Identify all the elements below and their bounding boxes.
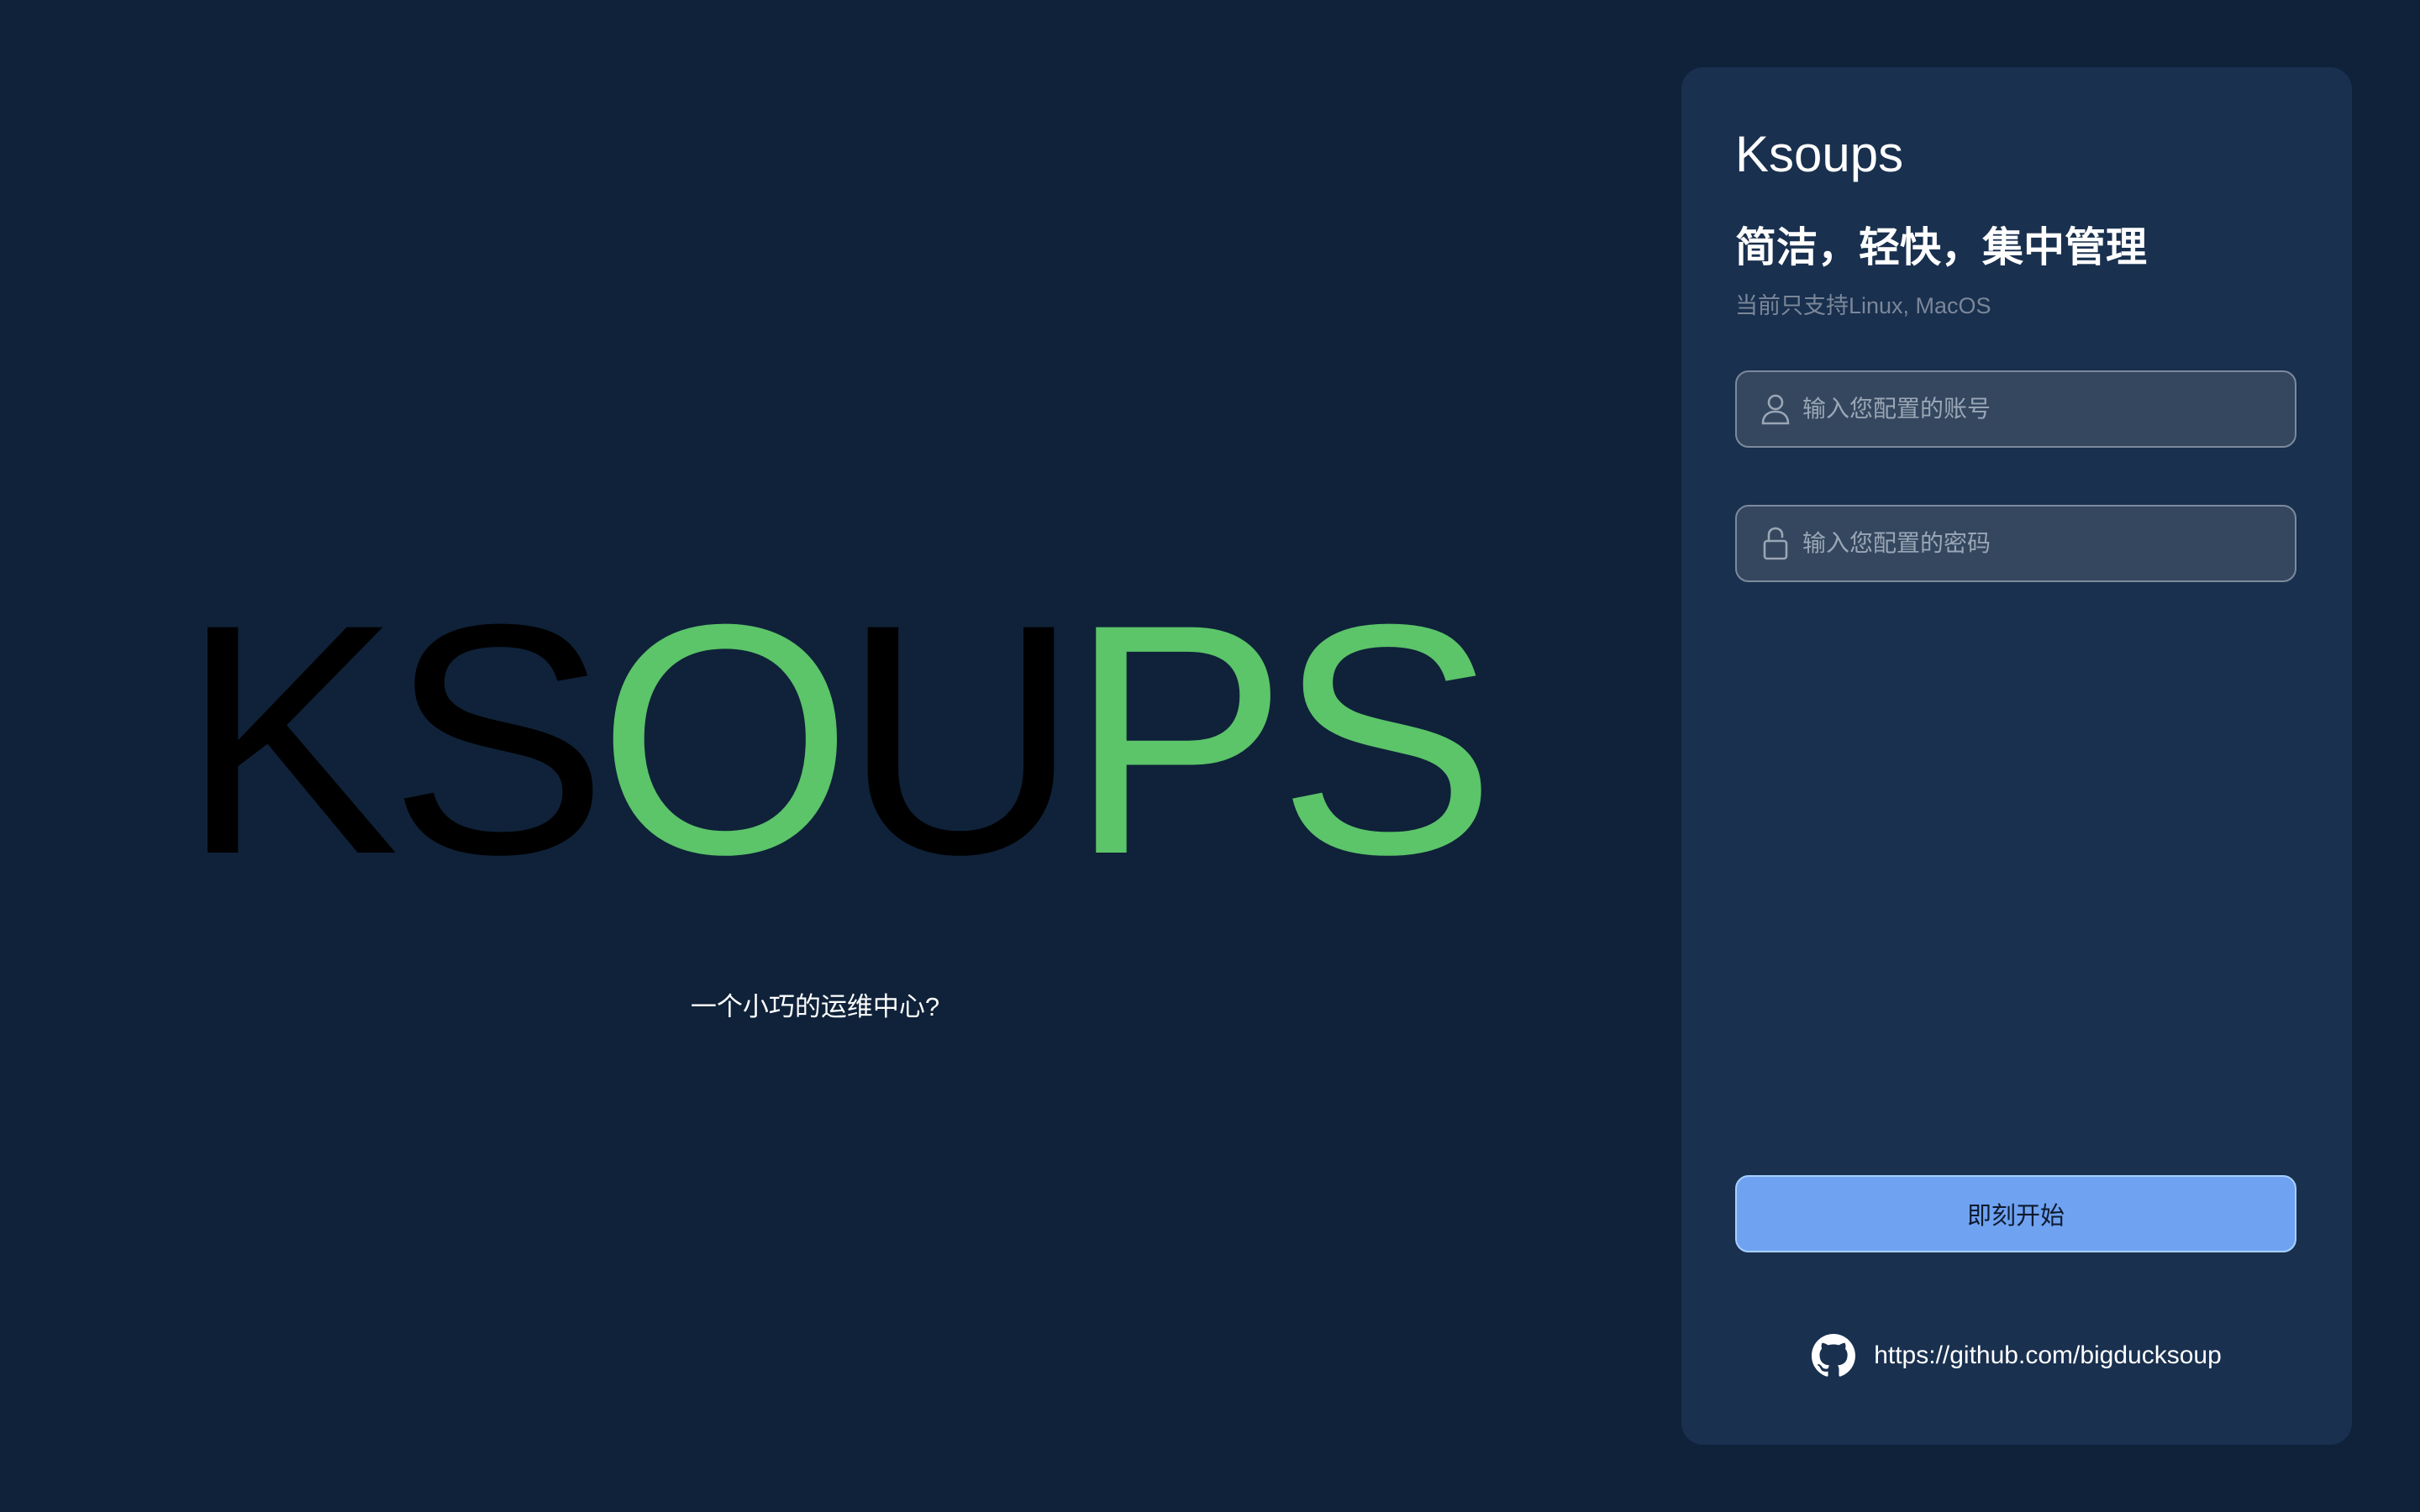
logo-letter-s2: S bbox=[1277, 556, 1496, 922]
logo-letter-o: O bbox=[597, 556, 852, 922]
logo-letter-p: P bbox=[1069, 556, 1287, 922]
github-icon[interactable] bbox=[1812, 1334, 1856, 1378]
brand-title: Ksoups bbox=[1735, 126, 1904, 182]
login-headline: 简洁，轻快，集中管理 bbox=[1735, 225, 2148, 270]
logo-letter-u: U bbox=[842, 556, 1080, 922]
ksoups-logo: KSOUPS bbox=[181, 556, 1497, 922]
logo-letter-s: S bbox=[389, 556, 608, 922]
login-page: KSOUPS 一个小巧的运维中心? Ksoups 简洁，轻快，集中管理 当前只支… bbox=[0, 0, 2420, 1512]
password-field[interactable] bbox=[1735, 505, 2296, 582]
platform-support-note: 当前只支持Linux, MacOS bbox=[1735, 293, 1991, 318]
github-link[interactable]: https://github.com/bigducksoup bbox=[1874, 1341, 2222, 1370]
username-field[interactable] bbox=[1735, 370, 2296, 448]
logo-letter-k: K bbox=[181, 556, 399, 922]
lock-icon bbox=[1759, 527, 1792, 560]
hero-tagline: 一个小巧的运维中心? bbox=[690, 992, 940, 1021]
password-input[interactable] bbox=[1802, 507, 2295, 580]
github-link-row: https://github.com/bigducksoup bbox=[1681, 1331, 2352, 1381]
username-input[interactable] bbox=[1802, 372, 2295, 446]
login-card: Ksoups 简洁，轻快，集中管理 当前只支持Linux, MacOS 即刻开始 bbox=[1681, 67, 2352, 1445]
start-button[interactable]: 即刻开始 bbox=[1735, 1175, 2296, 1252]
user-icon bbox=[1759, 392, 1792, 426]
hero-section: KSOUPS 一个小巧的运维中心? bbox=[0, 0, 1672, 1512]
